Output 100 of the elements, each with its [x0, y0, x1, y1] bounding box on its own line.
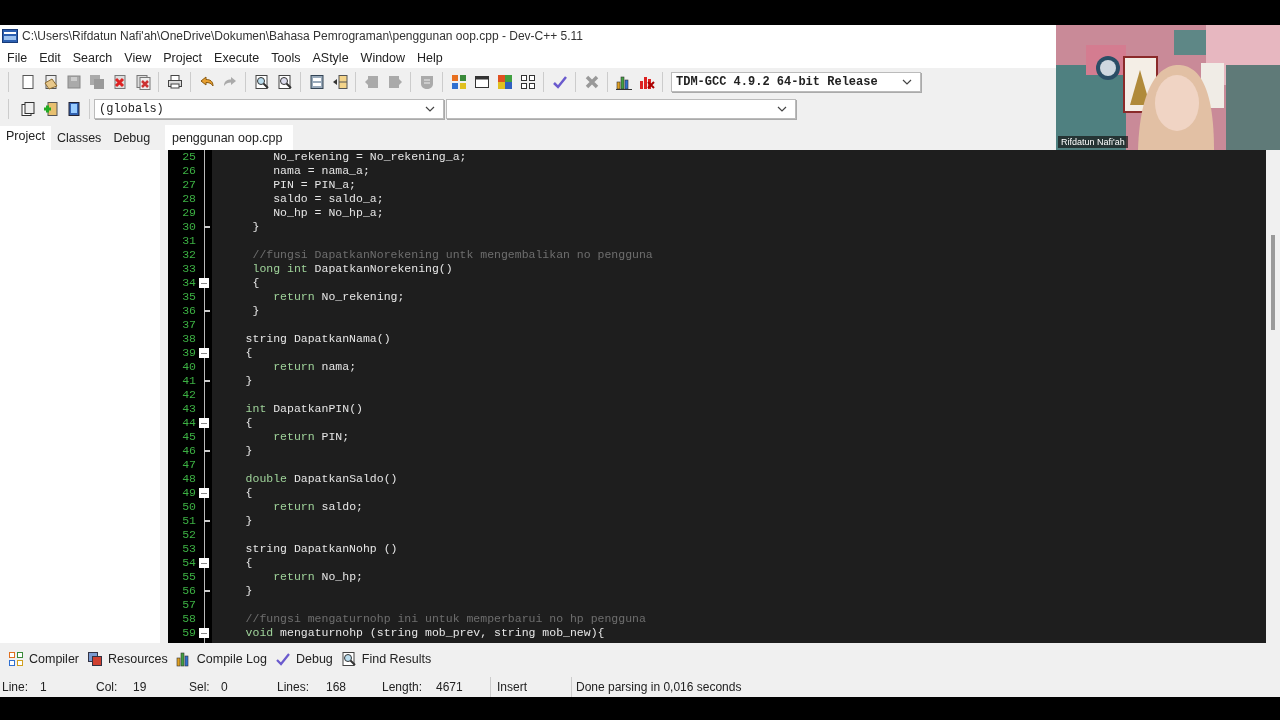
goto-line-icon[interactable] [331, 73, 348, 90]
line-number: 45 [181, 430, 196, 444]
resources-icon [87, 651, 103, 667]
line-number: 25 [181, 150, 196, 164]
open-file-icon[interactable] [42, 73, 59, 90]
line-number: 31 [181, 234, 196, 248]
compile-icon[interactable] [450, 73, 467, 90]
code-line: nama = nama_a; [272, 164, 370, 178]
status-value: 19 [133, 680, 148, 694]
file-tab[interactable]: penggunan oop.cpp [165, 125, 293, 150]
code-line: saldo = saldo_a; [272, 192, 384, 206]
line-number: 58 [181, 612, 196, 626]
menu-item[interactable]: Help [411, 50, 449, 65]
line-number: 44 [181, 416, 196, 430]
code-line: long int DapatkanNorekening() [251, 262, 453, 276]
menu-item[interactable]: Tools [265, 50, 307, 65]
status-value: 1 [40, 680, 48, 694]
line-number: 30 [181, 220, 196, 234]
line-number: 53 [181, 542, 196, 556]
chart-icon[interactable] [615, 73, 632, 90]
print-icon[interactable] [166, 73, 183, 90]
code-line: return No_rekening; [272, 290, 405, 304]
panels-icon[interactable] [308, 73, 325, 90]
status-value: 168 [326, 680, 348, 694]
scope-select[interactable]: (globals) [94, 99, 444, 119]
line-number: 26 [181, 164, 196, 178]
insert-icon[interactable] [42, 101, 59, 117]
code-line: return No_hp; [272, 570, 363, 584]
menu-item[interactable]: AStyle [306, 50, 355, 65]
save-icon[interactable] [65, 73, 82, 90]
line-number: 40 [181, 360, 196, 374]
compiler-select[interactable]: TDM-GCC 4.9.2 64-bit Release [671, 71, 921, 92]
code-line: double DapatkanSaldo() [244, 472, 398, 486]
menu-item[interactable]: Project [157, 50, 209, 65]
find-icon[interactable] [253, 73, 270, 90]
line-number: 39 [181, 346, 196, 360]
code-line: return nama; [272, 360, 357, 374]
status-label: Lines: [276, 680, 311, 694]
line-number: 37 [181, 318, 196, 332]
toggle-comment-icon[interactable] [418, 73, 435, 90]
code-line: int DapatkanPIN() [244, 402, 363, 416]
line-number: 56 [181, 584, 196, 598]
output-tab[interactable]: Compile Log [173, 651, 273, 667]
line-number: 32 [181, 248, 196, 262]
stop-icon[interactable] [583, 73, 600, 90]
class-browser-icon[interactable] [19, 101, 36, 117]
caret-icon [775, 104, 788, 114]
status-value: 0 [221, 680, 229, 694]
line-number: 28 [181, 192, 196, 206]
menu-item[interactable]: View [118, 50, 158, 65]
fold-toggle-icon[interactable] [199, 628, 209, 638]
line-number: 50 [181, 500, 196, 514]
scrollbar-thumb[interactable] [1271, 235, 1275, 330]
close-all-icon[interactable] [134, 73, 151, 90]
find-icon [340, 651, 357, 667]
new-file-icon[interactable] [19, 73, 36, 90]
line-number: 27 [181, 178, 196, 192]
check-icon [274, 651, 291, 667]
sidebar-tab[interactable]: Debug [107, 128, 157, 150]
line-number: 49 [181, 486, 196, 500]
menu-item[interactable]: File [1, 50, 34, 65]
output-tab[interactable]: Debug [272, 651, 339, 667]
status-message: Done parsing in 0,016 seconds [576, 680, 742, 694]
bookmark-icon[interactable] [65, 101, 82, 117]
menu-item[interactable]: Window [354, 50, 412, 65]
save-all-icon[interactable] [88, 73, 105, 90]
fold-toggle-icon[interactable] [199, 418, 209, 428]
sidebar-tab[interactable]: Project [0, 126, 51, 150]
fold-toggle-icon[interactable] [199, 278, 209, 288]
compiler-icon [8, 651, 24, 667]
status-label: Sel: [188, 680, 211, 694]
code-line: return saldo; [272, 500, 363, 514]
caret-icon [423, 104, 436, 114]
code-line: //fungsi DapatkanNorekening untk mengembalikan no pengguna [251, 248, 653, 262]
output-tab[interactable]: Find Results [338, 651, 438, 667]
rebuild-icon[interactable] [519, 73, 536, 90]
line-number: 38 [181, 332, 196, 346]
menu-item[interactable]: Execute [208, 50, 266, 65]
code-line: { [244, 486, 253, 500]
line-number: 42 [181, 388, 196, 402]
sidebar-tab[interactable]: Classes [50, 128, 108, 150]
compile-run-icon[interactable] [496, 73, 513, 90]
menu-item[interactable]: Search [66, 50, 119, 65]
replace-icon[interactable] [276, 73, 293, 90]
line-number: 46 [181, 444, 196, 458]
fold-toggle-icon[interactable] [199, 348, 209, 358]
fold-toggle-icon[interactable] [199, 488, 209, 498]
line-number: 52 [181, 528, 196, 542]
code-line: return PIN; [272, 430, 350, 444]
output-tab[interactable]: Compiler [6, 651, 85, 667]
run-icon[interactable] [473, 73, 490, 90]
code-line: { [251, 276, 260, 290]
code-line: { [244, 416, 253, 430]
code-line: No_rekening = No_rekening_a; [272, 150, 467, 164]
fold-toggle-icon[interactable] [199, 558, 209, 568]
status-label: Col: [95, 680, 119, 694]
output-tab[interactable]: Resources [85, 651, 174, 667]
close-file-icon[interactable] [111, 73, 128, 90]
status-value: 4671 [436, 680, 464, 694]
menu-item[interactable]: Edit [33, 50, 67, 65]
